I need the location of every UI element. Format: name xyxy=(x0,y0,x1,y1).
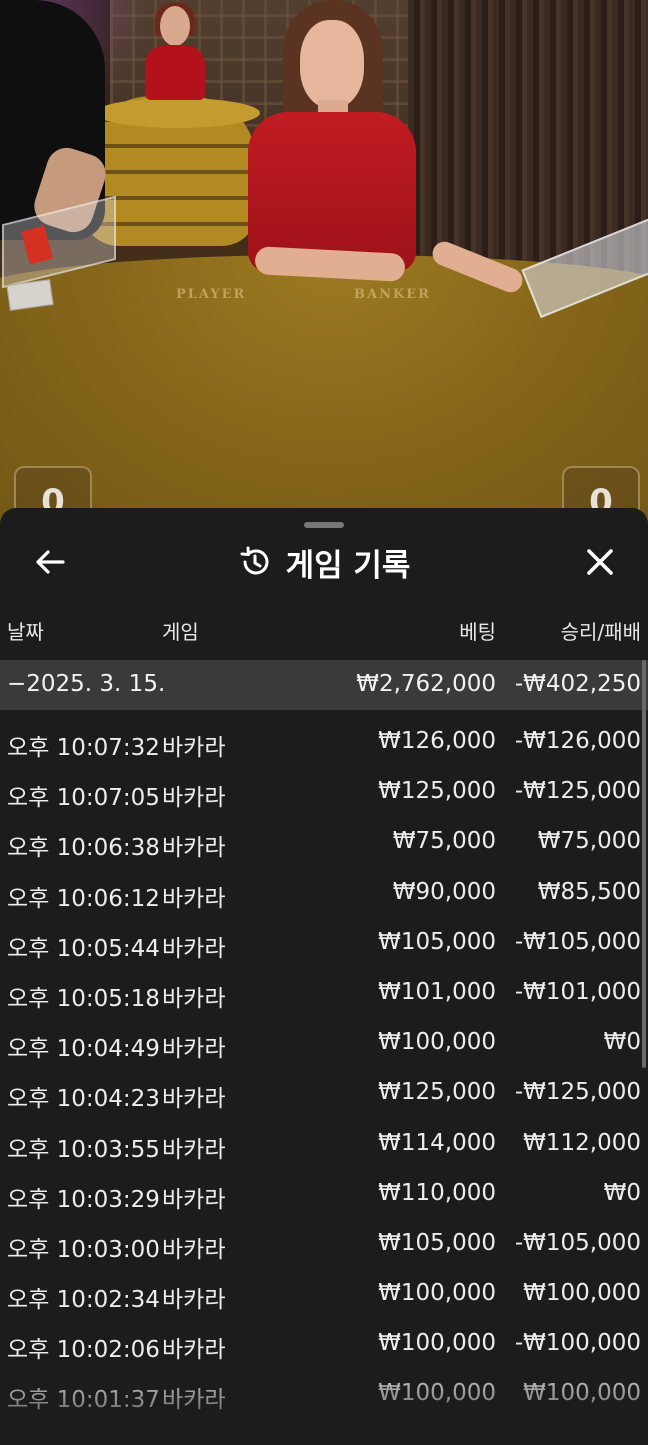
bet-amount: ₩100,000 xyxy=(378,1380,496,1407)
round-time: 오후 10:07:05 xyxy=(7,785,160,812)
game-name: 바카라 xyxy=(162,885,226,912)
bet-amount: ₩100,000 xyxy=(378,1280,496,1307)
round-time: 오후 10:05:18 xyxy=(7,985,160,1012)
game-name: 바카라 xyxy=(162,1086,226,1113)
history-row[interactable]: 오후 10:07:32 바카라 ₩126,000 -₩126,000 xyxy=(0,714,648,764)
date-group-row[interactable]: −2025. 3. 15. ₩2,762,000 -₩402,250 xyxy=(0,660,648,710)
game-name: 바카라 xyxy=(162,1136,226,1163)
history-row[interactable]: 오후 10:03:00 바카라 ₩105,000 -₩105,000 xyxy=(0,1216,648,1266)
column-header-game: 게임 xyxy=(162,620,199,644)
round-time: 오후 10:03:00 xyxy=(7,1236,160,1263)
sheet-drag-handle[interactable] xyxy=(304,522,344,528)
win-loss-amount: ₩75,000 xyxy=(537,828,641,855)
bet-amount: ₩105,000 xyxy=(378,928,496,955)
game-name: 바카라 xyxy=(162,1337,226,1364)
column-header-bet: 베팅 xyxy=(459,620,496,644)
round-time: 오후 10:05:44 xyxy=(7,935,160,962)
table-label-player: PLAYER xyxy=(176,287,247,302)
bet-amount: ₩90,000 xyxy=(392,878,496,905)
bet-amount: ₩75,000 xyxy=(392,828,496,855)
game-name: 바카라 xyxy=(162,1287,226,1314)
round-time: 오후 10:06:38 xyxy=(7,835,160,862)
history-icon xyxy=(240,546,268,575)
game-history-sheet: 게임 기록 날짜 게임 베팅 승리/패배 −2025. 3. 15. ₩2,76… xyxy=(0,508,648,1445)
game-name: 바카라 xyxy=(162,935,226,962)
column-header-date: 날짜 xyxy=(7,620,44,644)
date-total-bet: ₩2,762,000 xyxy=(356,671,496,697)
history-row[interactable]: 오후 10:01:37 바카라 ₩100,000 ₩100,000 xyxy=(0,1366,648,1416)
history-row[interactable]: 오후 10:04:49 바카라 ₩100,000 ₩0 xyxy=(0,1015,648,1065)
table-header: 날짜 게임 베팅 승리/패배 xyxy=(0,616,648,656)
close-button[interactable] xyxy=(578,540,622,584)
win-loss-amount: -₩125,000 xyxy=(514,778,641,805)
win-loss-amount: ₩85,500 xyxy=(537,878,641,905)
game-name: 바카라 xyxy=(162,835,226,862)
round-time: 오후 10:04:23 xyxy=(7,1086,160,1113)
win-loss-amount: -₩100,000 xyxy=(514,1330,641,1357)
live-dealer-video: PLAYER BANKER 0 0 xyxy=(0,0,648,530)
close-icon xyxy=(587,549,613,575)
history-row[interactable]: 오후 10:02:06 바카라 ₩100,000 -₩100,000 xyxy=(0,1316,648,1366)
background-dealer-body xyxy=(145,45,205,100)
game-name: 바카라 xyxy=(162,1036,226,1063)
table-label-banker: BANKER xyxy=(354,287,431,302)
history-row[interactable]: 오후 10:03:55 바카라 ₩114,000 ₩112,000 xyxy=(0,1116,648,1166)
background-table-top xyxy=(95,98,260,128)
round-time: 오후 10:01:37 xyxy=(7,1387,160,1414)
background-dealer-head xyxy=(160,6,190,46)
bet-amount: ₩114,000 xyxy=(378,1129,496,1156)
history-row[interactable]: 오후 10:05:18 바카라 ₩101,000 -₩101,000 xyxy=(0,965,648,1015)
history-row[interactable]: 오후 10:05:44 바카라 ₩105,000 -₩105,000 xyxy=(0,915,648,965)
game-name: 바카라 xyxy=(162,1387,226,1414)
round-time: 오후 10:03:55 xyxy=(7,1136,160,1163)
bet-amount: ₩105,000 xyxy=(378,1229,496,1256)
round-time: 오후 10:02:34 xyxy=(7,1287,160,1314)
bet-amount: ₩100,000 xyxy=(378,1029,496,1056)
history-list: 오후 10:07:32 바카라 ₩126,000 -₩126,000 오후 10… xyxy=(0,714,648,1417)
page-title: 게임 기록 xyxy=(285,547,411,584)
sheet-header: 게임 기록 xyxy=(0,542,648,584)
win-loss-amount: ₩0 xyxy=(603,1179,641,1206)
win-loss-amount: -₩101,000 xyxy=(514,978,641,1005)
bet-amount: ₩100,000 xyxy=(378,1330,496,1357)
scrollbar[interactable] xyxy=(642,660,646,1068)
game-name: 바카라 xyxy=(162,735,226,761)
history-row[interactable]: 오후 10:06:38 바카라 ₩75,000 ₩75,000 xyxy=(0,814,648,864)
bet-amount: ₩110,000 xyxy=(378,1179,496,1206)
win-loss-amount: ₩100,000 xyxy=(523,1280,641,1307)
column-header-result: 승리/패배 xyxy=(560,620,641,644)
history-row[interactable]: 오후 10:02:34 바카라 ₩100,000 ₩100,000 xyxy=(0,1266,648,1316)
game-name: 바카라 xyxy=(162,985,226,1012)
win-loss-amount: ₩100,000 xyxy=(523,1380,641,1407)
bet-amount: ₩101,000 xyxy=(378,978,496,1005)
history-row[interactable]: 오후 10:06:12 바카라 ₩90,000 ₩85,500 xyxy=(0,865,648,915)
bet-amount: ₩125,000 xyxy=(378,1079,496,1106)
win-loss-amount: ₩0 xyxy=(603,1029,641,1056)
win-loss-amount: -₩105,000 xyxy=(514,1229,641,1256)
win-loss-amount: -₩105,000 xyxy=(514,928,641,955)
round-time: 오후 10:03:29 xyxy=(7,1186,160,1213)
round-time: 오후 10:04:49 xyxy=(7,1036,160,1063)
round-time: 오후 10:06:12 xyxy=(7,885,160,912)
bet-amount: ₩125,000 xyxy=(378,778,496,805)
history-row[interactable]: 오후 10:07:05 바카라 ₩125,000 -₩125,000 xyxy=(0,764,648,814)
date-total-result: -₩402,250 xyxy=(514,671,641,697)
round-time: 오후 10:07:32 xyxy=(7,735,160,761)
date-group-label: −2025. 3. 15. xyxy=(7,671,166,697)
history-row[interactable]: 오후 10:04:23 바카라 ₩125,000 -₩125,000 xyxy=(0,1065,648,1115)
history-row[interactable]: 오후 10:03:29 바카라 ₩110,000 ₩0 xyxy=(0,1166,648,1216)
bet-amount: ₩126,000 xyxy=(378,728,496,754)
game-name: 바카라 xyxy=(162,1186,226,1213)
win-loss-amount: -₩125,000 xyxy=(514,1079,641,1106)
round-time: 오후 10:02:06 xyxy=(7,1337,160,1364)
win-loss-amount: ₩112,000 xyxy=(523,1129,641,1156)
game-name: 바카라 xyxy=(162,1236,226,1263)
game-name: 바카라 xyxy=(162,785,226,812)
dealer-face xyxy=(300,20,364,108)
win-loss-amount: -₩126,000 xyxy=(514,728,641,754)
